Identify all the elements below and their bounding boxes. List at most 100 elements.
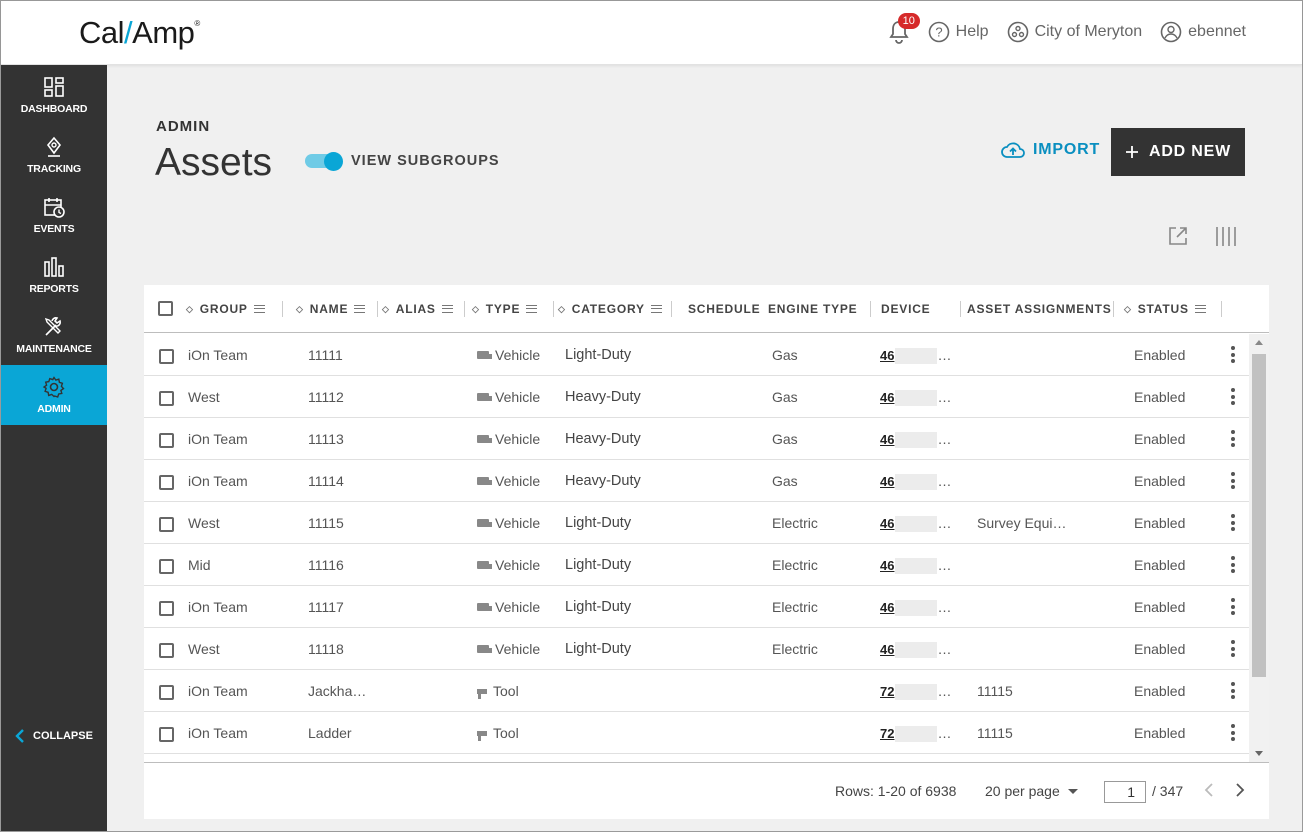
table-row[interactable]: iOn Team Jackha… Tool 72 … 11115 Enabled (144, 670, 1249, 712)
cell-device[interactable]: 46… (880, 641, 951, 659)
user-menu[interactable]: ebennet (1160, 21, 1246, 43)
cell-device[interactable]: 72… (880, 683, 951, 701)
row-checkbox[interactable] (159, 559, 174, 574)
row-actions-kebab-icon[interactable] (1231, 556, 1235, 576)
sort-icon[interactable]: ◇ (382, 304, 390, 315)
table-row[interactable]: West 11112 Vehicle Heavy-Duty Gas 46 … Enabled (144, 376, 1249, 418)
collapse-sidebar-button[interactable]: COLLAPSE (1, 729, 107, 743)
page-number-input[interactable] (1104, 781, 1146, 803)
column-header-engine-type[interactable]: ENGINE TYPE (768, 302, 857, 316)
scroll-up-arrow[interactable] (1255, 340, 1263, 345)
row-actions-kebab-icon[interactable] (1231, 598, 1235, 618)
row-actions-kebab-icon[interactable] (1231, 682, 1235, 702)
column-header-group[interactable]: ◇ GROUP (186, 302, 265, 316)
table-scrollbar[interactable] (1249, 334, 1269, 762)
column-header-status[interactable]: ◇ STATUS (1124, 302, 1206, 316)
column-menu-icon[interactable] (354, 305, 366, 313)
device-link[interactable]: 72 (880, 684, 894, 699)
sidebar-item-maintenance[interactable]: MAINTENANCE (1, 305, 107, 365)
device-link[interactable]: 46 (880, 348, 894, 363)
table-row[interactable]: Mid 11116 Vehicle Light-Duty Electric 46 … Enab… (144, 544, 1249, 586)
sidebar-item-reports[interactable]: REPORTS (1, 245, 107, 305)
select-all-checkbox[interactable] (158, 301, 173, 316)
redacted-block (895, 726, 938, 743)
cell-device[interactable]: 46… (880, 557, 951, 575)
column-header-category[interactable]: ◇ CATEGORY (558, 302, 662, 316)
sidebar-item-admin[interactable]: ADMIN (1, 365, 107, 425)
sort-icon[interactable]: ◇ (296, 304, 304, 315)
cell-device[interactable]: 46… (880, 599, 951, 617)
sort-icon[interactable]: ◇ (558, 304, 566, 315)
row-checkbox[interactable] (159, 727, 174, 742)
table-row[interactable]: iOn Team 11117 Vehicle Light-Duty Electric 46… (144, 586, 1249, 628)
view-subgroups-label[interactable]: VIEW SUBGROUPS (351, 153, 500, 169)
row-checkbox[interactable] (159, 475, 174, 490)
column-menu-icon[interactable] (650, 305, 662, 313)
cell-device[interactable]: 46… (880, 473, 951, 491)
row-actions-kebab-icon[interactable] (1231, 388, 1235, 408)
sidebar-item-events[interactable]: EVENTS (1, 185, 107, 245)
cell-device[interactable]: 46… (880, 389, 951, 407)
sort-icon[interactable]: ◇ (472, 304, 480, 315)
table-row[interactable]: West 11118 Vehicle Light-Duty Electric 46 … Ena… (144, 628, 1249, 670)
device-link[interactable]: 46 (880, 474, 894, 489)
row-checkbox[interactable] (159, 349, 174, 364)
cell-device[interactable]: 46… (880, 515, 951, 533)
notifications-button[interactable]: 10 (888, 13, 920, 45)
table-row[interactable]: iOn Team 11111 Vehicle Light-Duty Gas 46 … Enab… (144, 334, 1249, 376)
scrollbar-thumb[interactable] (1252, 354, 1266, 677)
device-link[interactable]: 46 (880, 390, 894, 405)
table-row[interactable]: iOn Team 11113 Vehicle Heavy-Duty Gas 46 … Enab… (144, 418, 1249, 460)
row-actions-kebab-icon[interactable] (1231, 346, 1235, 366)
prev-page-button[interactable] (1204, 783, 1214, 799)
device-link[interactable]: 72 (880, 726, 894, 741)
cell-device[interactable]: 46… (880, 347, 951, 365)
device-link[interactable]: 46 (880, 600, 894, 615)
view-subgroups-toggle[interactable] (305, 152, 343, 171)
org-selector[interactable]: City of Meryton (1007, 21, 1142, 43)
sort-icon[interactable]: ◇ (186, 304, 194, 315)
table-row[interactable]: West 11115 Vehicle Light-Duty Electric 46 … Sur… (144, 502, 1249, 544)
table-row[interactable]: iOn Team Ladder Tool 72 … 11115 Enabled (144, 712, 1249, 754)
help-link[interactable]: ? Help (928, 21, 989, 43)
row-checkbox[interactable] (159, 601, 174, 616)
sort-icon[interactable]: ◇ (1124, 304, 1132, 315)
device-link[interactable]: 46 (880, 432, 894, 447)
cell-device[interactable]: 46… (880, 431, 951, 449)
columns-icon[interactable] (1215, 225, 1237, 247)
sidebar-item-dashboard[interactable]: DASHBOARD (1, 65, 107, 125)
table-row[interactable]: iOn Team 11114 Vehicle Heavy-Duty Gas 46 … Enab… (144, 460, 1249, 502)
column-header-type[interactable]: ◇ TYPE (472, 302, 538, 316)
device-link[interactable]: 46 (880, 558, 894, 573)
device-link[interactable]: 46 (880, 516, 894, 531)
column-header-asset-assignments[interactable]: ASSET ASSIGNMENTS (967, 302, 1112, 316)
device-link[interactable]: 46 (880, 642, 894, 657)
row-actions-kebab-icon[interactable] (1231, 724, 1235, 744)
column-menu-icon[interactable] (441, 305, 453, 313)
column-header-name[interactable]: ◇ NAME (296, 302, 366, 316)
next-page-button[interactable] (1235, 783, 1245, 799)
row-checkbox[interactable] (159, 517, 174, 532)
row-actions-kebab-icon[interactable] (1231, 514, 1235, 534)
column-header-alias[interactable]: ◇ ALIAS (382, 302, 453, 316)
cell-device[interactable]: 72… (880, 725, 951, 743)
import-button[interactable]: IMPORT (1001, 141, 1100, 159)
column-menu-icon[interactable] (1194, 305, 1206, 313)
add-new-button[interactable]: ADD NEW (1111, 128, 1245, 176)
column-menu-icon[interactable] (526, 305, 538, 313)
row-checkbox[interactable] (159, 433, 174, 448)
row-actions-kebab-icon[interactable] (1231, 472, 1235, 492)
scroll-down-arrow[interactable] (1255, 751, 1263, 756)
row-checkbox[interactable] (159, 685, 174, 700)
row-checkbox[interactable] (159, 643, 174, 658)
column-header-schedule[interactable]: SCHEDULE (688, 302, 760, 316)
sidebar-item-tracking[interactable]: TRACKING (1, 125, 107, 185)
column-menu-icon[interactable] (253, 305, 265, 313)
column-header-device[interactable]: DEVICE (881, 302, 930, 316)
row-checkbox[interactable] (159, 391, 174, 406)
export-icon[interactable] (1167, 225, 1189, 247)
calamp-logo[interactable]: Cal/Amp® (79, 15, 200, 51)
row-actions-kebab-icon[interactable] (1231, 640, 1235, 660)
per-page-select[interactable]: 20 per page (985, 783, 1078, 799)
row-actions-kebab-icon[interactable] (1231, 430, 1235, 450)
